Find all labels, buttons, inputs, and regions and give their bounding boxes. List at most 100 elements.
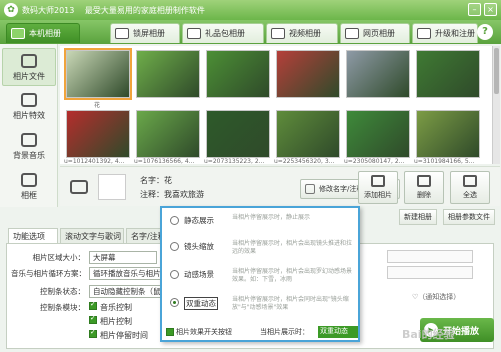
app-slogan: 最受大量易用的家庭相册制作软件 — [84, 6, 205, 15]
sidebar-item-label: 相框 — [21, 191, 37, 200]
effects-icon — [21, 93, 37, 107]
field-label: 控制条模块： — [40, 302, 85, 312]
photo-caption: 花 — [94, 102, 101, 109]
tab-web-album[interactable]: 网页相册 — [340, 23, 410, 43]
display-label: 当相片展示时： — [260, 328, 309, 336]
photo-thumbnail[interactable] — [136, 50, 200, 98]
popup-bottom-bar: 相片效果开关按钮 当相片展示时： 双重动态 — [164, 326, 360, 340]
action-label: 添加相片 — [364, 191, 392, 199]
tab-function-options[interactable]: 功能选项 — [8, 228, 58, 244]
frame-icon — [21, 173, 37, 187]
effect-option-zoom[interactable]: 镜头缩放 当相片停留展示时，相片会出现镜头推进和拉远的效果 — [170, 240, 352, 262]
control-bar-row: 控制条状态： 自动隐藏控制条（鼠标 — [11, 284, 163, 298]
checkbox-icon[interactable] — [166, 328, 174, 336]
effect-description: 当相片停留展示时，相片会出现罗幻动感场景效果。如：下雪，冰雨 — [232, 268, 353, 283]
field-label: 音乐与相片循环方案： — [11, 268, 86, 278]
tab-label: 礼品包相册 — [205, 29, 245, 38]
title-bar: ✿ 数码大师2013 最受大量易用的家庭相册制作软件 – × — [0, 0, 501, 20]
photo-thumbnail[interactable] — [206, 50, 270, 98]
effect-select[interactable]: 双重动态 — [318, 326, 358, 338]
pencil-icon — [305, 184, 315, 194]
photo-thumbnail[interactable] — [416, 50, 480, 98]
photo-thumbnail[interactable] — [136, 110, 200, 158]
add-photo-icon — [371, 175, 385, 187]
new-album-button[interactable]: 新建相册 — [399, 209, 437, 225]
photo-thumbnail[interactable] — [416, 110, 480, 158]
module-label: 相片停留时间 — [100, 330, 148, 340]
sidebar-item-label: 相片特效 — [13, 111, 45, 120]
field-label: 控制条状态： — [40, 286, 85, 296]
tab-upgrade[interactable]: 升级和注册 — [412, 23, 478, 43]
effect-option-dual[interactable]: 双重动态 当相片停留展示时，相片会同时出现"镜头缩放"与"动感场景"效果 — [170, 296, 352, 318]
control-bar-field[interactable]: 自动隐藏控制条（鼠标 — [89, 284, 163, 298]
module-option[interactable]: 相片停留时间 — [89, 328, 148, 341]
add-photo-button[interactable]: 添加相片 — [358, 171, 398, 204]
effect-option-static[interactable]: 静态展示 当相片停留展示时，静止展示 — [170, 214, 352, 236]
tab-scroll-text[interactable]: 滚动文字与歌词 — [60, 228, 124, 244]
tab-gift-album[interactable]: 礼品包相册 — [182, 23, 264, 43]
minimize-icon[interactable]: – — [468, 3, 481, 16]
right-field-2[interactable] — [387, 266, 473, 279]
module-option-row: 相片控制 — [89, 314, 132, 328]
tab-local-album[interactable]: 本机相册 — [6, 23, 80, 43]
module-option-row: 相片停留时间 — [89, 328, 148, 342]
field-label: 相片区域大小： — [32, 252, 86, 262]
photo-thumbnail[interactable] — [206, 110, 270, 158]
tab-label: 本机相册 — [29, 29, 61, 38]
album-size-field[interactable]: 大屏幕 — [89, 250, 157, 264]
photo-caption: u=1012401392, 4... — [64, 158, 125, 165]
photo-thumbnail[interactable] — [64, 48, 132, 100]
module-option[interactable]: 相片控制 — [89, 314, 132, 327]
loop-field[interactable]: 循环播放音乐与相片 — [89, 266, 161, 280]
sidebar-item-photo-effects[interactable]: 相片特效 — [2, 88, 56, 126]
photo-caption: u=2253456320, 3... — [274, 158, 335, 165]
module-label: 相片控制 — [100, 316, 132, 326]
effect-description: 当相片停留展示时，静止展示 — [232, 214, 311, 221]
checkbox-icon — [89, 328, 97, 338]
photo-thumbnail[interactable] — [66, 110, 130, 158]
sidebar-item-background-music[interactable]: 背景音乐 — [2, 128, 56, 166]
monitor-icon — [115, 28, 129, 39]
grid-scrollbar[interactable] — [492, 46, 500, 164]
sidebar-item-label: 背景音乐 — [13, 151, 45, 160]
effect-option-scene[interactable]: 动感场景 当相片停留展示时，相片会出现罗幻动感场景效果。如：下雪，冰雨 — [170, 268, 352, 290]
photo-thumbnail[interactable] — [276, 50, 340, 98]
checkbox-icon — [89, 314, 97, 324]
scrollbar-thumb[interactable] — [494, 48, 499, 94]
radio-selected-icon — [170, 298, 179, 307]
effects-dropdown: 静态展示 当相片停留展示时，静止展示 镜头缩放 当相片停留展示时，相片会出现镜头… — [160, 206, 360, 342]
photo-thumbnail[interactable] — [346, 110, 410, 158]
app-logo-icon: ✿ — [4, 3, 18, 17]
photo-grid: 花 u=1012401392, 4... u=1076136566, 4... … — [60, 46, 492, 165]
photo-thumbnail[interactable] — [346, 50, 410, 98]
album-buttons: 新建相册 相册参数文件 — [399, 209, 495, 225]
album-params-button[interactable]: 相册参数文件 — [443, 209, 495, 225]
film-icon — [271, 28, 285, 39]
select-all-button[interactable]: 全选 — [450, 171, 490, 204]
radio-icon — [170, 270, 179, 279]
radio-icon — [170, 216, 179, 225]
upgrade-icon — [417, 28, 431, 39]
tab-video-album[interactable]: 视频相册 — [266, 23, 338, 43]
photo-caption: u=2305080147, 2... — [344, 158, 405, 165]
right-field-1[interactable] — [387, 250, 473, 263]
delete-button[interactable]: 删除 — [404, 171, 444, 204]
selected-photo-preview — [98, 174, 126, 200]
app-window: ✿ 数码大师2013 最受大量易用的家庭相册制作软件 – × 本机相册 锁屏相册… — [0, 0, 501, 352]
watermark: Bai的经验 — [402, 328, 455, 341]
album-size-row: 相片区域大小： 大屏幕 — [11, 250, 157, 264]
sidebar-item-photo-files[interactable]: 相片文件 — [2, 48, 56, 86]
help-icon[interactable]: ? — [477, 24, 493, 40]
tab-lockscreen-album[interactable]: 锁屏相册 — [110, 23, 180, 43]
photo-thumbnail[interactable] — [276, 110, 340, 158]
photo-info-row: 名字：花 注释：我喜欢旅游 修改名字/注释/旁白 添加相片 删除 全选 — [60, 166, 500, 206]
tab-label: 视频相册 — [289, 29, 321, 38]
module-option[interactable]: 音乐控制 — [89, 300, 132, 313]
grid-icon — [463, 175, 477, 187]
close-icon[interactable]: × — [484, 3, 497, 16]
sidebar-item-frame[interactable]: 相框 — [2, 168, 56, 206]
notify-option[interactable]: ♡（通知选择） — [412, 292, 460, 302]
camera-icon — [11, 28, 25, 39]
modules-row: 控制条模块： 音乐控制 — [11, 300, 132, 314]
trash-icon — [417, 175, 431, 187]
